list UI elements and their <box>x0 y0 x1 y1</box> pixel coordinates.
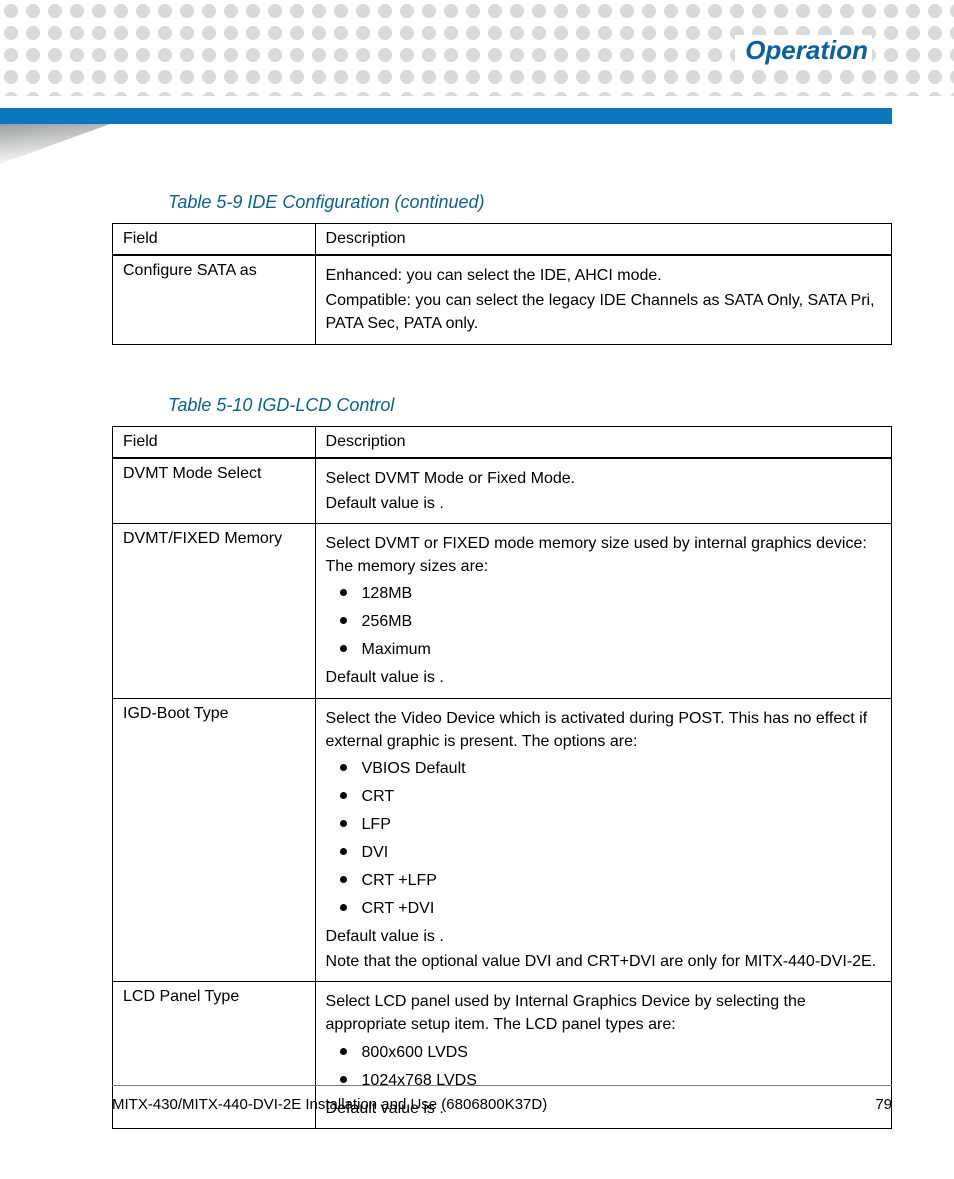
list-item: Maximum <box>326 638 881 662</box>
footer-doc-title: MITX-430/MITX-440-DVI-2E Installation an… <box>112 1096 547 1113</box>
table-5-10-caption: Table 5-10 IGD-LCD Control <box>168 395 892 416</box>
list-item: CRT <box>326 785 881 809</box>
table-5-10: Field Description DVMT Mode Select Selec… <box>112 426 892 1129</box>
table-row: DVMT/FIXED Memory Select DVMT or FIXED m… <box>113 523 892 698</box>
header-blue-bar <box>0 108 892 124</box>
list-item: DVI <box>326 841 881 865</box>
col-description: Description <box>315 224 891 256</box>
list-item: VBIOS Default <box>326 757 881 781</box>
list-item: 800x600 LVDS <box>326 1041 881 1065</box>
option-list: 128MB 256MB Maximum <box>326 582 881 662</box>
col-field: Field <box>113 224 316 256</box>
list-item: CRT +DVI <box>326 897 881 921</box>
cell-field: Configure SATA as <box>113 255 316 344</box>
cell-description: Select DVMT or FIXED mode memory size us… <box>315 523 891 698</box>
table-row: DVMT Mode Select Select DVMT Mode or Fix… <box>113 458 892 524</box>
cell-description: Select the Video Device which is activat… <box>315 698 891 982</box>
footer-page-number: 79 <box>875 1096 892 1113</box>
cell-field: DVMT Mode Select <box>113 458 316 524</box>
table-header-row: Field Description <box>113 224 892 256</box>
cell-field: DVMT/FIXED Memory <box>113 523 316 698</box>
cell-description: Select DVMT Mode or Fixed Mode. Default … <box>315 458 891 524</box>
page-footer: MITX-430/MITX-440-DVI-2E Installation an… <box>112 1085 892 1113</box>
cell-field: IGD-Boot Type <box>113 698 316 982</box>
table-header-row: Field Description <box>113 426 892 458</box>
section-title: Operation <box>735 35 872 68</box>
list-item: LFP <box>326 813 881 837</box>
header-grey-wedge <box>0 124 110 164</box>
table-row: Configure SATA as Enhanced: you can sele… <box>113 255 892 344</box>
list-item: 128MB <box>326 582 881 606</box>
col-field: Field <box>113 426 316 458</box>
list-item: CRT +LFP <box>326 869 881 893</box>
page-content: Table 5-9 IDE Configuration (continued) … <box>112 180 892 1179</box>
table-5-9: Field Description Configure SATA as Enha… <box>112 223 892 345</box>
list-item: 256MB <box>326 610 881 634</box>
cell-description: Enhanced: you can select the IDE, AHCI m… <box>315 255 891 344</box>
table-5-9-caption: Table 5-9 IDE Configuration (continued) <box>168 192 892 213</box>
table-row: IGD-Boot Type Select the Video Device wh… <box>113 698 892 982</box>
option-list: VBIOS Default CRT LFP DVI CRT +LFP CRT +… <box>326 757 881 921</box>
col-description: Description <box>315 426 891 458</box>
